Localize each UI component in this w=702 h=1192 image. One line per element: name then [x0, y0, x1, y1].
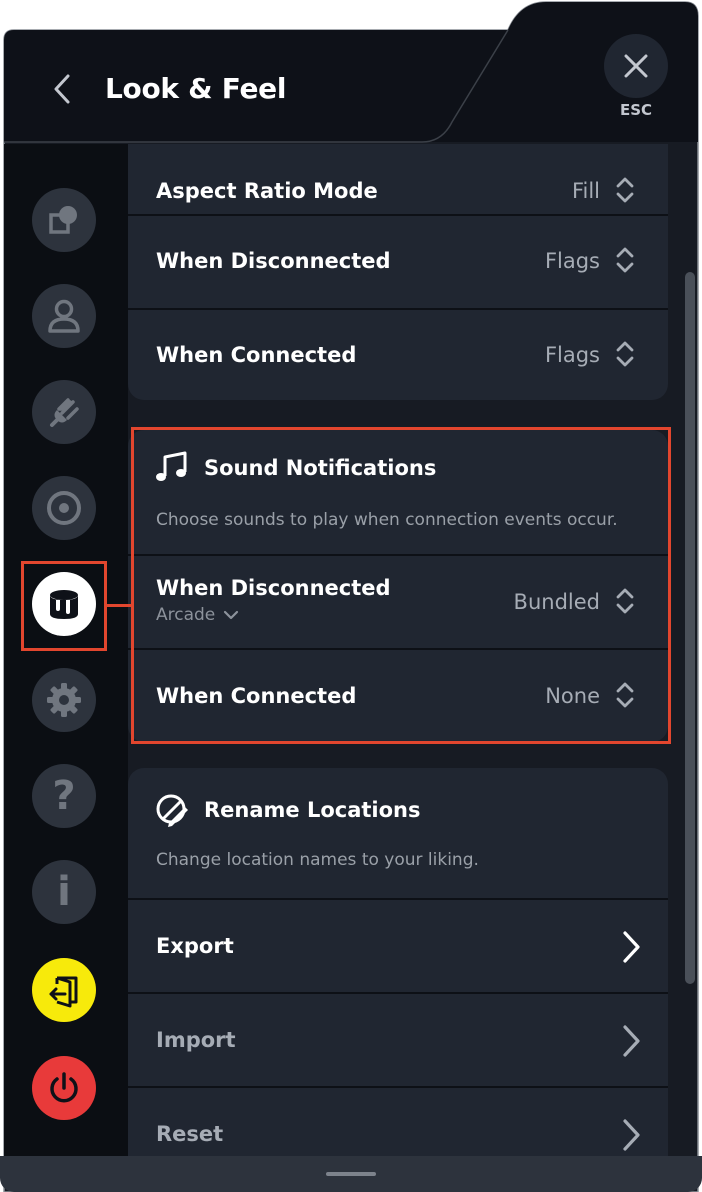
- esc-label: ESC: [619, 101, 653, 119]
- card-title: Rename Locations: [204, 798, 421, 822]
- sidebar-item-settings[interactable]: [32, 668, 96, 732]
- flags-disconnected-row[interactable]: When Disconnected Flags: [128, 214, 668, 308]
- aspect-ratio-row[interactable]: Aspect Ratio Mode Fill: [128, 144, 668, 203]
- row-label: When Disconnected: [156, 249, 391, 273]
- rename-pencil-icon: [156, 794, 188, 827]
- close-button[interactable]: [604, 34, 668, 98]
- info-icon: i: [57, 869, 71, 915]
- rename-locations-card: Rename Locations Change location names t…: [128, 768, 668, 1156]
- sidebar-item-shapes[interactable]: [32, 188, 96, 252]
- card-description: Change location names to your liking.: [156, 850, 479, 870]
- sidebar-item-help[interactable]: ?: [32, 764, 96, 828]
- plug-icon: [50, 398, 79, 427]
- reset-label: Reset: [156, 1122, 224, 1146]
- question-icon: ?: [52, 773, 76, 819]
- import-label: Import: [156, 1028, 236, 1052]
- sidebar-item-connection[interactable]: [32, 380, 96, 444]
- sidebar-highlight-box: [21, 561, 107, 651]
- shapes-icon: [49, 206, 77, 234]
- row-value: Flags: [544, 343, 600, 367]
- sidebar-item-about[interactable]: i: [32, 860, 96, 924]
- drag-handle[interactable]: [326, 1172, 376, 1176]
- sidebar-item-brand[interactable]: [32, 476, 96, 540]
- sidebar-item-switch[interactable]: [32, 958, 96, 1022]
- row-label: Aspect Ratio Mode: [156, 179, 378, 203]
- switch-account-icon: [49, 976, 78, 1008]
- settings-window: Look & Feel ESC ? i Aspect Ratio Mode Fi…: [0, 0, 702, 1192]
- chevron-right-icon: [623, 931, 640, 963]
- flags-connected-row[interactable]: When Connected Flags: [128, 308, 668, 400]
- close-icon: [624, 54, 648, 78]
- section-highlight-box: [131, 427, 671, 744]
- person-icon: [48, 299, 80, 333]
- sidebar-item-disconnect[interactable]: [32, 1056, 96, 1120]
- circle-logo-icon: [47, 491, 81, 525]
- chevron-right-icon: [623, 1119, 640, 1151]
- export-row[interactable]: Export: [128, 898, 668, 992]
- gear-icon: [47, 683, 81, 717]
- row-value: Flags: [544, 249, 600, 273]
- import-row[interactable]: Import: [128, 992, 668, 1086]
- updown-chevron-icon: [616, 341, 634, 367]
- chevron-right-icon: [623, 1025, 640, 1057]
- back-button[interactable]: [40, 66, 84, 112]
- power-icon: [50, 1072, 78, 1103]
- reset-row[interactable]: Reset: [128, 1086, 668, 1156]
- sidebar-item-account[interactable]: [32, 284, 96, 348]
- updown-chevron-icon: [616, 177, 634, 203]
- scrollbar-thumb[interactable]: [685, 272, 695, 984]
- export-label: Export: [156, 934, 234, 958]
- page-title: Look & Feel: [105, 72, 287, 105]
- row-value: Fill: [571, 179, 600, 203]
- display-card: Aspect Ratio Mode Fill When Disconnected…: [128, 144, 668, 400]
- updown-chevron-icon: [616, 247, 634, 273]
- row-label: When Connected: [156, 343, 357, 367]
- highlight-connector: [107, 604, 132, 607]
- chevron-left-icon: [54, 74, 70, 104]
